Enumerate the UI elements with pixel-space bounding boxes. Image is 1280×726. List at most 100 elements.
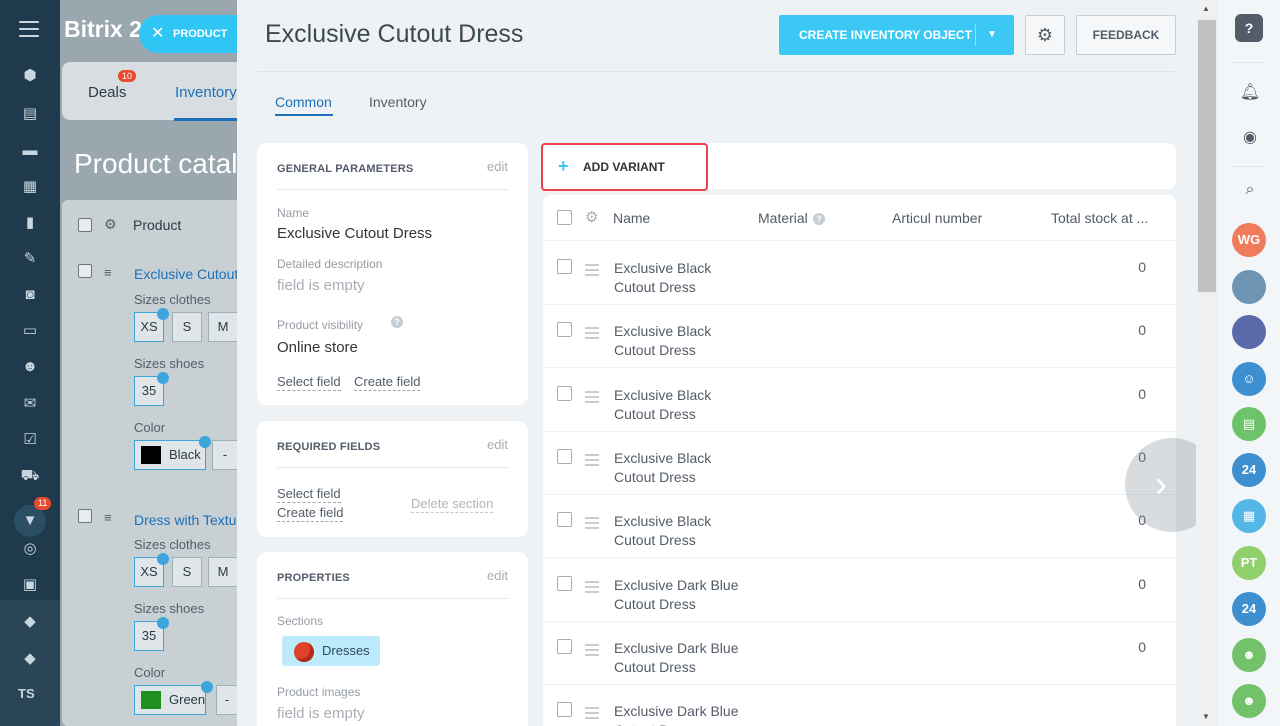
bg-size-chip[interactable]: M [208, 312, 238, 342]
tab-inventory[interactable]: Inventory [175, 84, 237, 101]
select-all-checkbox[interactable] [557, 210, 572, 225]
scroll-up-arrow-icon[interactable]: ▲ [1202, 4, 1210, 13]
shop-icon[interactable]: ⛟ [20, 466, 40, 486]
cube-icon[interactable]: ◆ [20, 612, 40, 632]
help-button[interactable]: ? [1235, 14, 1263, 42]
column-material[interactable]: Material [758, 210, 808, 226]
row-checkbox[interactable] [557, 512, 572, 527]
tab-common[interactable]: Common [275, 94, 332, 110]
delete-section-link[interactable]: Delete section [411, 496, 494, 513]
scrollbar-thumb[interactable] [1198, 20, 1216, 292]
table-row[interactable]: Exclusive Black Cutout Dress 0 [543, 305, 1176, 368]
row-checkbox[interactable] [557, 449, 572, 464]
table-row[interactable]: Exclusive Black Cutout Dress 0 [543, 495, 1176, 558]
table-row[interactable]: Exclusive Dark Blue Cutout Dress 0 [543, 622, 1176, 685]
section-chip-dresses[interactable]: Dresses [282, 636, 380, 666]
bg-row-checkbox[interactable] [78, 264, 92, 278]
help-icon[interactable]: ? [391, 316, 403, 328]
signature-icon[interactable]: ✎ [20, 249, 40, 269]
column-name[interactable]: Name [613, 210, 650, 226]
avatar[interactable]: 24 [1232, 453, 1266, 487]
cube-icon-2[interactable]: ◆ [20, 649, 40, 669]
create-field-link[interactable]: Create field [277, 505, 344, 522]
product-close-tab[interactable]: ✕ PRODUCT [139, 15, 243, 53]
avatar[interactable]: PT [1232, 546, 1266, 580]
avatar[interactable]: WG [1232, 223, 1266, 257]
bg-size-chip[interactable]: S [172, 312, 202, 342]
activity-icon[interactable]: ⬢ [20, 66, 40, 86]
bell-icon[interactable]: 🔔︎ [1239, 82, 1261, 104]
drag-handle-icon[interactable] [585, 581, 599, 596]
bg-color-chip[interactable]: Green [134, 685, 206, 715]
contacts-icon[interactable]: ☻ [20, 357, 40, 377]
calendar-icon[interactable]: ▦ [20, 177, 40, 197]
variant-name[interactable]: Exclusive Black Cutout Dress [614, 259, 754, 297]
bg-more-chip[interactable]: - [216, 685, 238, 715]
edit-link[interactable]: edit [487, 159, 508, 174]
drag-handle-icon[interactable] [585, 454, 599, 469]
target-icon[interactable]: ◎ [20, 539, 40, 559]
menu-icon[interactable] [19, 21, 39, 37]
users-avatar[interactable]: ☻ [1232, 638, 1266, 672]
bg-size-chip[interactable]: S [172, 557, 202, 587]
chat-group-avatar[interactable]: ▤ [1232, 407, 1266, 441]
row-checkbox[interactable] [557, 576, 572, 591]
bg-drag-icon[interactable]: ≡ [104, 265, 112, 280]
drag-handle-icon[interactable] [585, 644, 599, 659]
help-icon[interactable]: ? [813, 213, 825, 225]
name-value[interactable]: Exclusive Cutout Dress [277, 225, 432, 242]
bg-gear-icon[interactable]: ⚙ [104, 216, 117, 233]
table-row[interactable]: Exclusive Black Cutout Dress 0 [543, 432, 1176, 495]
id-card-icon[interactable]: ▣ [20, 575, 40, 595]
close-icon[interactable]: ✕ [151, 15, 164, 53]
variant-name[interactable]: Exclusive Black Cutout Dress [614, 449, 754, 487]
tab-deals[interactable]: Deals [88, 84, 126, 101]
table-row[interactable]: Exclusive Dark Blue Cutout Dress 0 [543, 559, 1176, 622]
variant-name[interactable]: Exclusive Black Cutout Dress [614, 386, 754, 424]
variant-name[interactable]: Exclusive Dark Blue Cutout Dress [614, 576, 754, 614]
create-inventory-object-button[interactable]: CREATE INVENTORY OBJECT ▼ [779, 15, 1014, 55]
chat-icon[interactable]: ▬ [20, 141, 40, 161]
column-articul-number[interactable]: Articul number [892, 210, 982, 226]
variant-name[interactable]: Exclusive Black Cutout Dress [614, 512, 754, 550]
chevron-down-icon[interactable]: ▼ [987, 15, 997, 55]
calendar-avatar[interactable]: ▦ [1232, 499, 1266, 533]
variant-name[interactable]: Exclusive Black Cutout Dress [614, 322, 754, 360]
table-row[interactable]: Exclusive Dark Blue Cutout Dress [543, 685, 1176, 726]
users-avatar[interactable]: ☻ [1232, 684, 1266, 718]
row-checkbox[interactable] [557, 322, 572, 337]
gear-icon[interactable]: ⚙ [585, 208, 598, 226]
row-checkbox[interactable] [557, 702, 572, 717]
edit-link[interactable]: edit [487, 568, 508, 583]
edit-link[interactable]: edit [487, 437, 508, 452]
feedback-button[interactable]: FEEDBACK [1076, 15, 1176, 55]
images-value[interactable]: field is empty [277, 705, 365, 722]
visibility-value[interactable]: Online store [277, 339, 358, 356]
drag-handle-icon[interactable] [585, 391, 599, 406]
search-icon[interactable]: ⌕ [1239, 179, 1261, 201]
bg-row-checkbox[interactable] [78, 509, 92, 523]
row-checkbox[interactable] [557, 386, 572, 401]
bg-product-name[interactable]: Exclusive Cutout [134, 266, 238, 282]
select-field-link[interactable]: Select field [277, 486, 341, 503]
column-total-stock[interactable]: Total stock at ... [1051, 210, 1148, 226]
avatar[interactable] [1232, 315, 1266, 349]
bg-select-all-checkbox[interactable] [78, 218, 92, 232]
bg-more-chip[interactable]: - [212, 440, 238, 470]
message-icon[interactable]: ◉ [1239, 127, 1261, 149]
bg-color-chip[interactable]: Black [134, 440, 206, 470]
document-icon[interactable]: ▮ [20, 213, 40, 233]
user-initials[interactable]: TS [18, 686, 35, 701]
select-field-link[interactable]: Select field [277, 374, 341, 391]
avatar[interactable] [1232, 270, 1266, 304]
drive-icon[interactable]: ▭ [20, 321, 40, 341]
feed-icon[interactable]: ▤ [20, 104, 40, 124]
variant-name[interactable]: Exclusive Dark Blue Cutout Dress [614, 702, 754, 726]
variant-name[interactable]: Exclusive Dark Blue Cutout Dress [614, 639, 754, 677]
scroll-down-arrow-icon[interactable]: ▼ [1202, 712, 1210, 721]
mail-icon[interactable]: ✉ [20, 394, 40, 414]
settings-gear-icon[interactable]: ⚙ [1025, 15, 1065, 55]
create-field-link[interactable]: Create field [354, 374, 421, 391]
avatar[interactable]: 24 [1232, 592, 1266, 626]
drag-handle-icon[interactable] [585, 707, 599, 722]
